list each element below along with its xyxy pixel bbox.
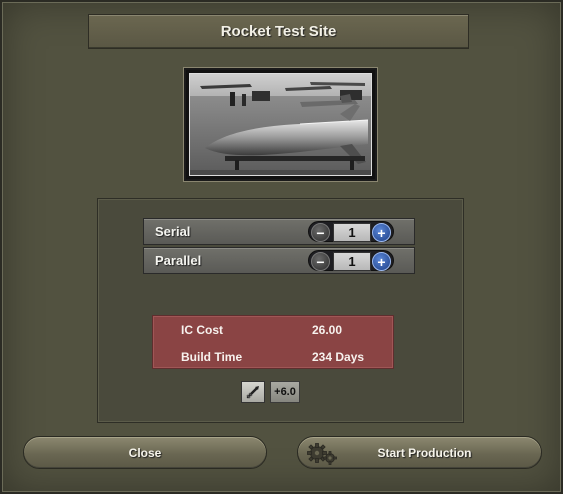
serial-label: Serial: [155, 224, 191, 239]
serial-increase-button[interactable]: +: [372, 223, 391, 242]
serial-value: 1: [333, 223, 371, 242]
serial-decrease-button[interactable]: −: [311, 223, 330, 242]
serial-row: Serial − 1 +: [143, 218, 415, 245]
production-dialog: Rocket Test Site Serial − 1 + Parallel −…: [0, 0, 563, 494]
parallel-value: 1: [333, 252, 371, 271]
ic-cost-value: 26.00: [312, 323, 343, 337]
parallel-decrease-button[interactable]: −: [311, 252, 330, 271]
rocket-test-site-photo: [189, 73, 372, 176]
gears-icon: [306, 442, 338, 466]
minus-icon: −: [316, 224, 325, 241]
rocket-icon: [246, 386, 259, 399]
build-time-value: 234 Days: [312, 350, 365, 364]
title-bar: Rocket Test Site: [88, 14, 469, 49]
start-production-label: Start Production: [377, 445, 472, 460]
minus-icon: −: [316, 253, 325, 270]
build-time-row: Build Time 234 Days: [153, 347, 393, 367]
close-button-label: Close: [128, 445, 162, 460]
building-photo-frame: [184, 68, 377, 181]
close-button[interactable]: Close: [23, 436, 267, 469]
serial-stepper: − 1 +: [308, 221, 394, 242]
plus-icon: +: [377, 224, 386, 241]
parallel-row: Parallel − 1 +: [143, 247, 415, 274]
start-production-button[interactable]: Start Production: [297, 436, 542, 469]
build-time-label: Build Time: [181, 350, 243, 364]
bonus-badge: +6.0: [270, 381, 300, 403]
dialog-title: Rocket Test Site: [220, 23, 337, 40]
plus-icon: +: [377, 253, 386, 270]
rocket-photo-image: [190, 74, 371, 175]
cost-summary: IC Cost 26.00 Build Time 234 Days: [152, 315, 394, 369]
tech-modifier-button[interactable]: [241, 381, 265, 403]
parallel-increase-button[interactable]: +: [372, 252, 391, 271]
ic-cost-label: IC Cost: [181, 323, 223, 337]
parallel-label: Parallel: [155, 253, 202, 268]
parallel-stepper: − 1 +: [308, 250, 394, 271]
ic-cost-row: IC Cost 26.00: [153, 320, 393, 340]
